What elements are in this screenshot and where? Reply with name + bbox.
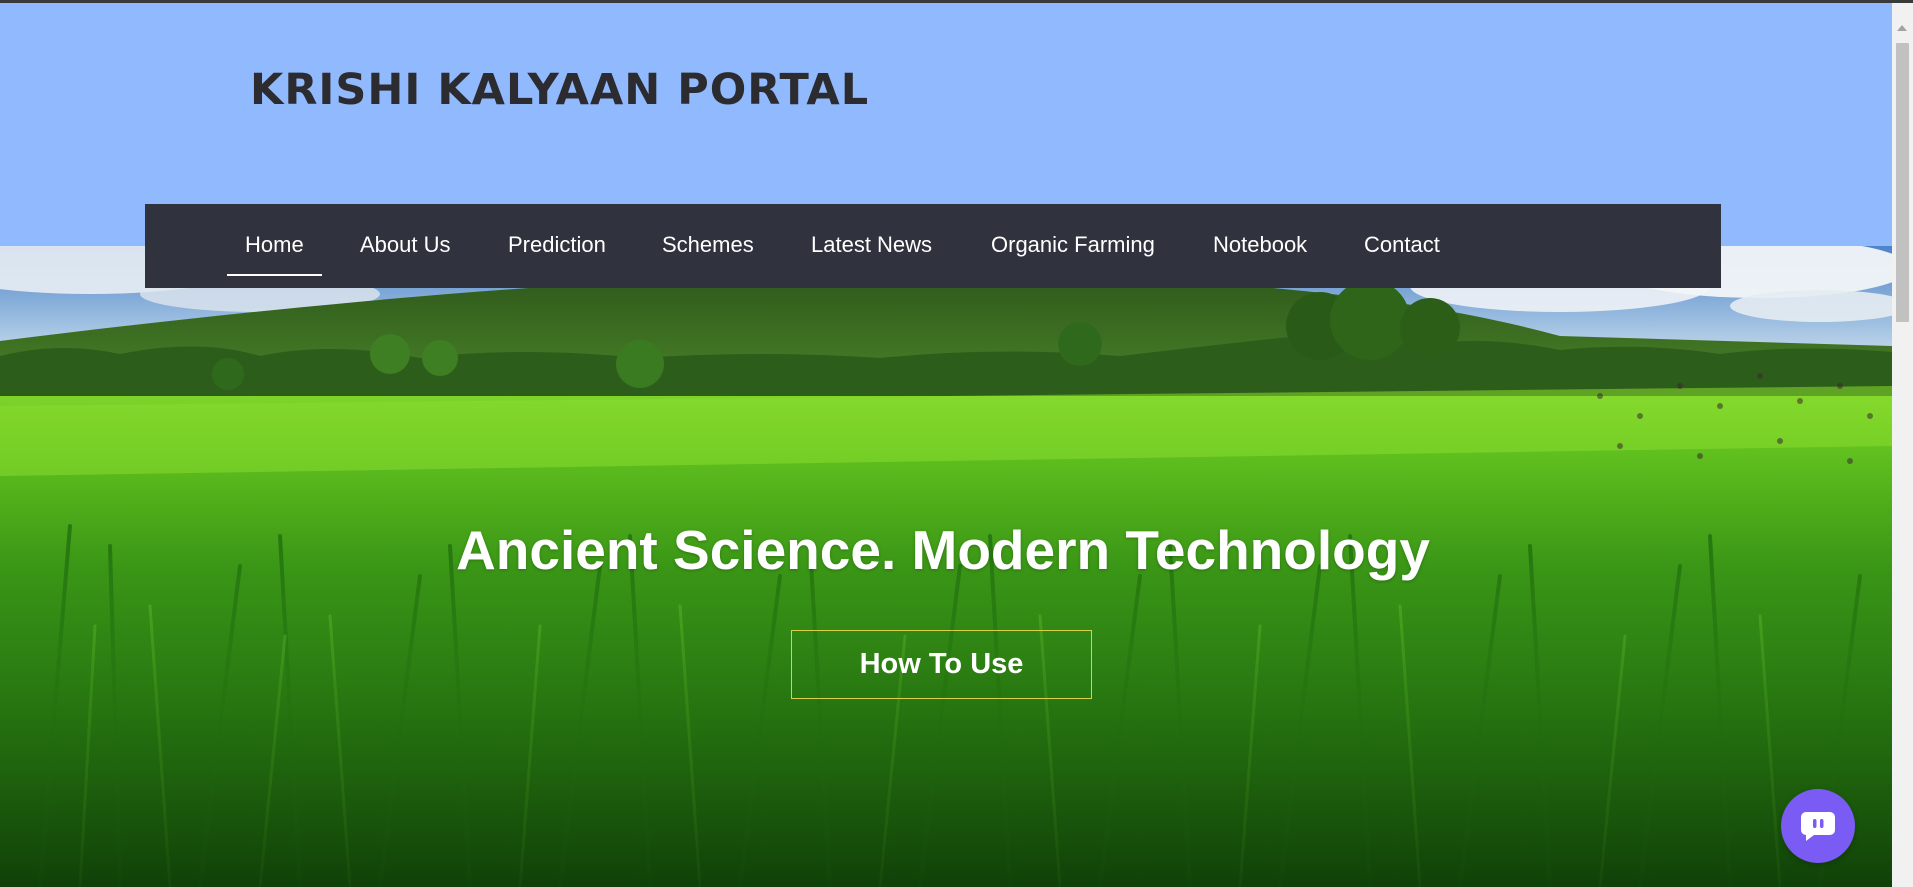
main-navbar: Home About Us Prediction Schemes Latest … — [145, 204, 1721, 288]
nav-item-notebook[interactable]: Notebook — [1213, 204, 1307, 288]
hero-heading: Ancient Science. Modern Technology — [456, 519, 1430, 581]
nav-item-contact[interactable]: Contact — [1364, 204, 1440, 288]
site-title: KRISHI KALYAAN PORTAL — [250, 65, 870, 115]
how-to-use-button[interactable]: How To Use — [791, 630, 1092, 699]
nav-item-home[interactable]: Home — [227, 204, 322, 288]
window-top-border — [0, 0, 1913, 3]
chat-bubble-icon — [1801, 812, 1835, 841]
nav-item-schemes[interactable]: Schemes — [662, 204, 754, 288]
nav-item-prediction[interactable]: Prediction — [508, 204, 606, 288]
scroll-up-arrow-icon[interactable] — [1897, 25, 1907, 31]
chat-widget-button[interactable] — [1781, 789, 1855, 863]
nav-item-organic-farming[interactable]: Organic Farming — [991, 204, 1155, 288]
page: KRISHI KALYAAN PORTAL Home About Us Pred… — [0, 0, 1913, 887]
nav-item-latest-news[interactable]: Latest News — [811, 204, 932, 288]
scrollbar-thumb[interactable] — [1896, 43, 1909, 322]
nav-item-about-us[interactable]: About Us — [360, 204, 451, 288]
vertical-scrollbar[interactable] — [1892, 3, 1913, 887]
